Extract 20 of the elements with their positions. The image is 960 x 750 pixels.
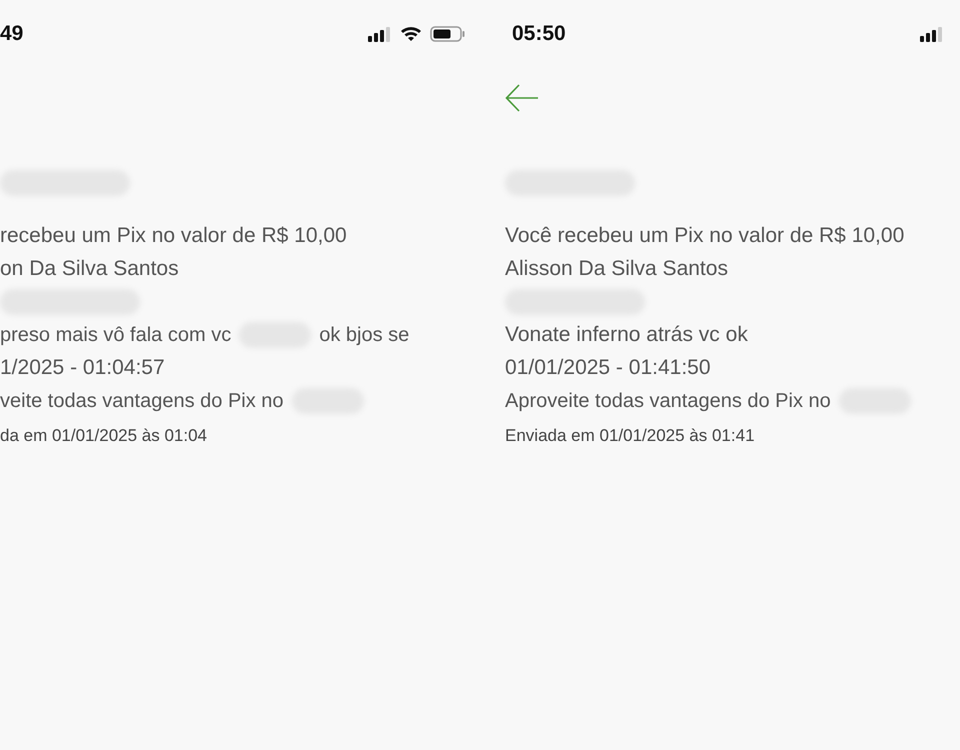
message-text: on Da Silva Santos bbox=[0, 256, 179, 282]
message-text: Você recebeu um Pix no valor de R$ 10,00 bbox=[505, 222, 904, 249]
wifi-icon bbox=[400, 26, 422, 42]
signal-icon bbox=[920, 26, 944, 42]
message-text: Vonate inferno atrás vc ok bbox=[505, 322, 748, 348]
message-text: Alisson Da Silva Santos bbox=[505, 256, 728, 282]
message-text: ok bjos se bbox=[319, 322, 410, 348]
status-time: 05:50 bbox=[511, 21, 566, 48]
message-text: recebeu um Pix no valor de R$ 10,00 bbox=[0, 222, 347, 249]
message-text: Aproveite todas vantagens do Pix no bbox=[505, 388, 831, 414]
status-time: 49 bbox=[0, 21, 24, 48]
signal-icon bbox=[368, 26, 392, 42]
message-text: 01/01/2025 - 01:41:50 bbox=[505, 354, 711, 381]
message-text: 1/2025 - 01:04:57 bbox=[0, 354, 165, 381]
sent-timestamp: Enviada em 01/01/2025 às 01:41 bbox=[505, 425, 755, 448]
battery-icon bbox=[430, 26, 466, 42]
sent-timestamp: da em 01/01/2025 às 01:04 bbox=[0, 425, 207, 448]
back-arrow-icon[interactable] bbox=[505, 84, 539, 112]
message-text: veite todas vantagens do Pix no bbox=[0, 388, 284, 414]
message-text: preso mais vô fala com vc bbox=[0, 322, 232, 348]
